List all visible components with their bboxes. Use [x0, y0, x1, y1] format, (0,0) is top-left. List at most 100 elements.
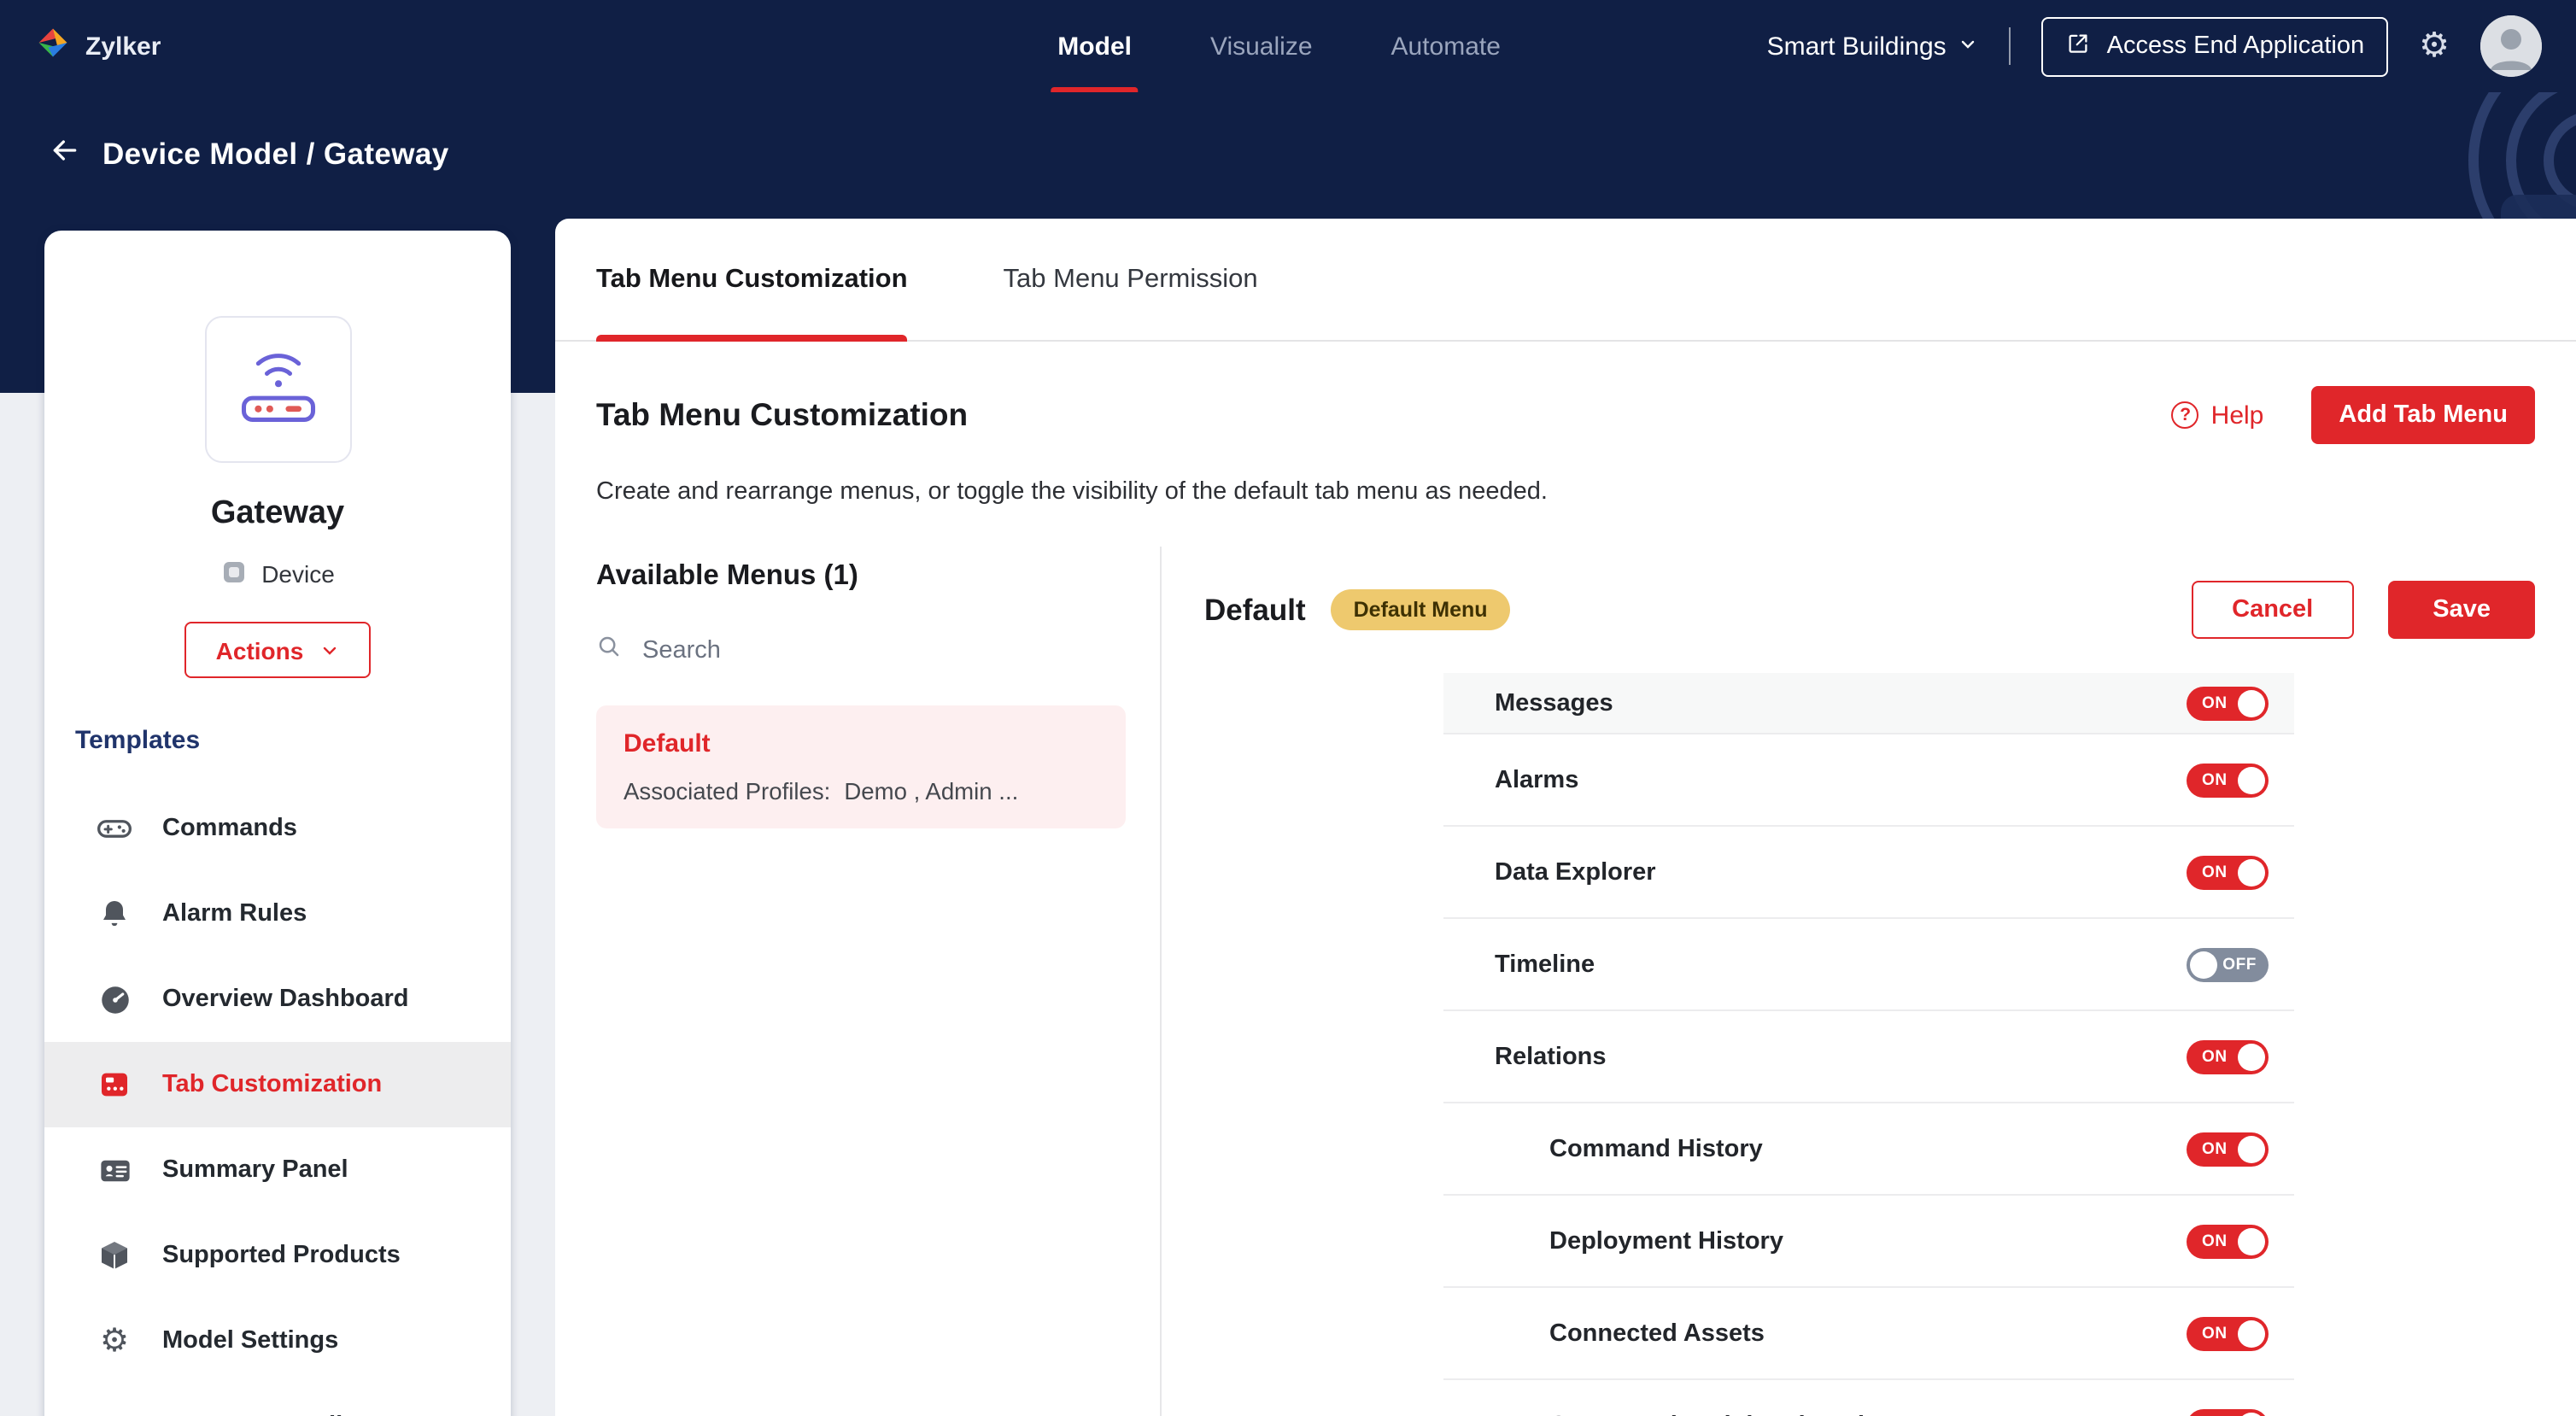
help-icon: ?: [2172, 401, 2199, 429]
toggle-switch[interactable]: ON: [2187, 763, 2269, 797]
access-end-application-button[interactable]: Access End Application: [2042, 16, 2388, 76]
gamepad-icon: [96, 810, 133, 847]
profiles-label: Associated Profiles:: [624, 779, 830, 805]
sidebar-item-supported-products[interactable]: Supported Products: [44, 1213, 511, 1298]
id-card-icon: [96, 1152, 133, 1188]
toggle-row-messages: Messages ON: [1443, 673, 2294, 734]
toggle-knob: [2238, 689, 2265, 717]
profiles-value: Demo , Admin ...: [844, 779, 1018, 805]
toggle-switch[interactable]: ON: [2187, 855, 2269, 889]
help-label: Help: [2211, 401, 2264, 430]
sidebar-item-model-settings[interactable]: ⚙ Model Settings: [44, 1298, 511, 1384]
sidebar-item-message-handler[interactable]: Message Handler: [44, 1384, 511, 1416]
tab-menu-customization[interactable]: Tab Menu Customization: [596, 218, 908, 341]
row-label: Relations: [1495, 1043, 1607, 1070]
bell-icon: [96, 897, 133, 931]
toggle-state: ON: [2202, 1139, 2228, 1158]
toggle-switch[interactable]: ON: [2187, 1316, 2269, 1350]
actions-button[interactable]: Actions: [185, 622, 371, 678]
row-label: Connected Peripheral Devices: [1549, 1412, 1906, 1416]
toggle-row-alarms: Alarms ON: [1443, 734, 2294, 827]
search-box: [596, 634, 1126, 668]
device-type-icon: [220, 558, 248, 590]
row-label: Data Explorer: [1495, 858, 1656, 886]
section-subtitle: Create and rearrange menus, or toggle th…: [596, 478, 2535, 506]
row-label: Timeline: [1495, 951, 1595, 978]
sidebar-item-tab-customization[interactable]: Tab Customization: [44, 1042, 511, 1127]
content-split: Available Menus (1) Default Associated P…: [555, 547, 2576, 1416]
sidebar-item-commands[interactable]: Commands: [44, 786, 511, 871]
toggle-switch[interactable]: ON: [2187, 1039, 2269, 1074]
brand[interactable]: Zylker: [34, 23, 161, 69]
sidebar-item-label: Summary Panel: [162, 1156, 348, 1184]
row-label: Messages: [1495, 689, 1613, 717]
toggle-knob: [2238, 1135, 2265, 1162]
toggle-knob: [2238, 766, 2265, 793]
sidebar-item-overview-dashboard[interactable]: Overview Dashboard: [44, 957, 511, 1042]
workspace-selector[interactable]: Smart Buildings: [1767, 32, 1979, 61]
toggle-switch[interactable]: ON: [2187, 686, 2269, 720]
brand-logo-icon: [34, 23, 72, 69]
toggle-state: ON: [2202, 1232, 2228, 1250]
gauge-icon: [96, 981, 133, 1017]
toggle-row-data-explorer: Data Explorer ON: [1443, 827, 2294, 919]
toggle-switch[interactable]: ON: [2187, 1408, 2269, 1416]
tab-bar: Tab Menu Customization Tab Menu Permissi…: [555, 219, 2576, 342]
save-button[interactable]: Save: [2388, 581, 2535, 639]
default-menu-badge: Default Menu: [1332, 589, 1510, 630]
toggle-state: ON: [2202, 863, 2228, 881]
chevron-down-icon: [319, 640, 339, 660]
cancel-button[interactable]: Cancel: [2191, 581, 2354, 639]
primary-nav: Model Visualize Automate: [1057, 0, 1501, 92]
device-name: Gateway: [44, 490, 511, 536]
toggle-knob: [2238, 1043, 2265, 1070]
sidebar-item-label: Message Handler: [162, 1413, 366, 1416]
device-type-row: Device: [44, 557, 511, 591]
toggle-switch[interactable]: ON: [2187, 1132, 2269, 1166]
search-input[interactable]: [639, 635, 1126, 666]
user-avatar[interactable]: [2480, 15, 2542, 77]
nav-item-visualize[interactable]: Visualize: [1210, 0, 1313, 92]
row-label: Deployment History: [1549, 1227, 1783, 1255]
device-image: [204, 316, 351, 463]
divider: [2010, 27, 2011, 65]
toggle-switch[interactable]: OFF: [2187, 947, 2269, 981]
top-navbar: Zylker Model Visualize Automate Smart Bu…: [0, 0, 2576, 92]
search-icon: [596, 634, 622, 668]
sidebar-item-label: Alarm Rules: [162, 900, 307, 927]
actions-label: Actions: [216, 636, 304, 664]
tab-menu-permission[interactable]: Tab Menu Permission: [1004, 218, 1258, 341]
toggle-knob: [2190, 951, 2217, 978]
breadcrumb: Device Model / Gateway: [0, 92, 2576, 176]
workspace-label: Smart Buildings: [1767, 32, 1947, 61]
toggle-switch[interactable]: ON: [2187, 1224, 2269, 1258]
sidebar-item-label: Model Settings: [162, 1327, 338, 1355]
sidebar-item-label: Commands: [162, 815, 297, 842]
sidebar-item-alarm-rules[interactable]: Alarm Rules: [44, 871, 511, 957]
device-type-label: Device: [261, 560, 335, 588]
settings-gear-icon[interactable]: ⚙: [2419, 29, 2450, 63]
detail-menu-name: Default: [1204, 592, 1306, 628]
detail-actions: Cancel Save: [2191, 581, 2535, 639]
access-button-label: Access End Application: [2107, 32, 2364, 60]
row-label: Command History: [1549, 1135, 1763, 1162]
menu-list-item-default[interactable]: Default Associated Profiles: Demo , Admi…: [596, 705, 1126, 828]
available-menus-panel: Available Menus (1) Default Associated P…: [555, 547, 1162, 1416]
tab-customization-icon: [96, 1068, 133, 1102]
sidebar-item-label: Supported Products: [162, 1242, 401, 1269]
templates-section-title: Templates: [44, 723, 511, 758]
help-link[interactable]: ? Help: [2172, 401, 2264, 430]
header-actions: ? Help Add Tab Menu: [2172, 386, 2535, 444]
back-arrow-icon[interactable]: [48, 133, 82, 176]
message-dots-icon: [96, 1408, 133, 1416]
sidebar-item-summary-panel[interactable]: Summary Panel: [44, 1127, 511, 1213]
page-title: Tab Menu Customization: [596, 396, 968, 434]
add-tab-menu-button[interactable]: Add Tab Menu: [2311, 386, 2535, 444]
box-icon: [96, 1238, 133, 1273]
gear-icon: ⚙: [96, 1325, 133, 1357]
nav-item-automate[interactable]: Automate: [1391, 0, 1501, 92]
app-root: Zylker Model Visualize Automate Smart Bu…: [0, 0, 2576, 1416]
nav-item-model[interactable]: Model: [1057, 0, 1132, 92]
sidebar-item-label: Tab Customization: [162, 1071, 382, 1098]
toggle-knob: [2238, 1319, 2265, 1347]
